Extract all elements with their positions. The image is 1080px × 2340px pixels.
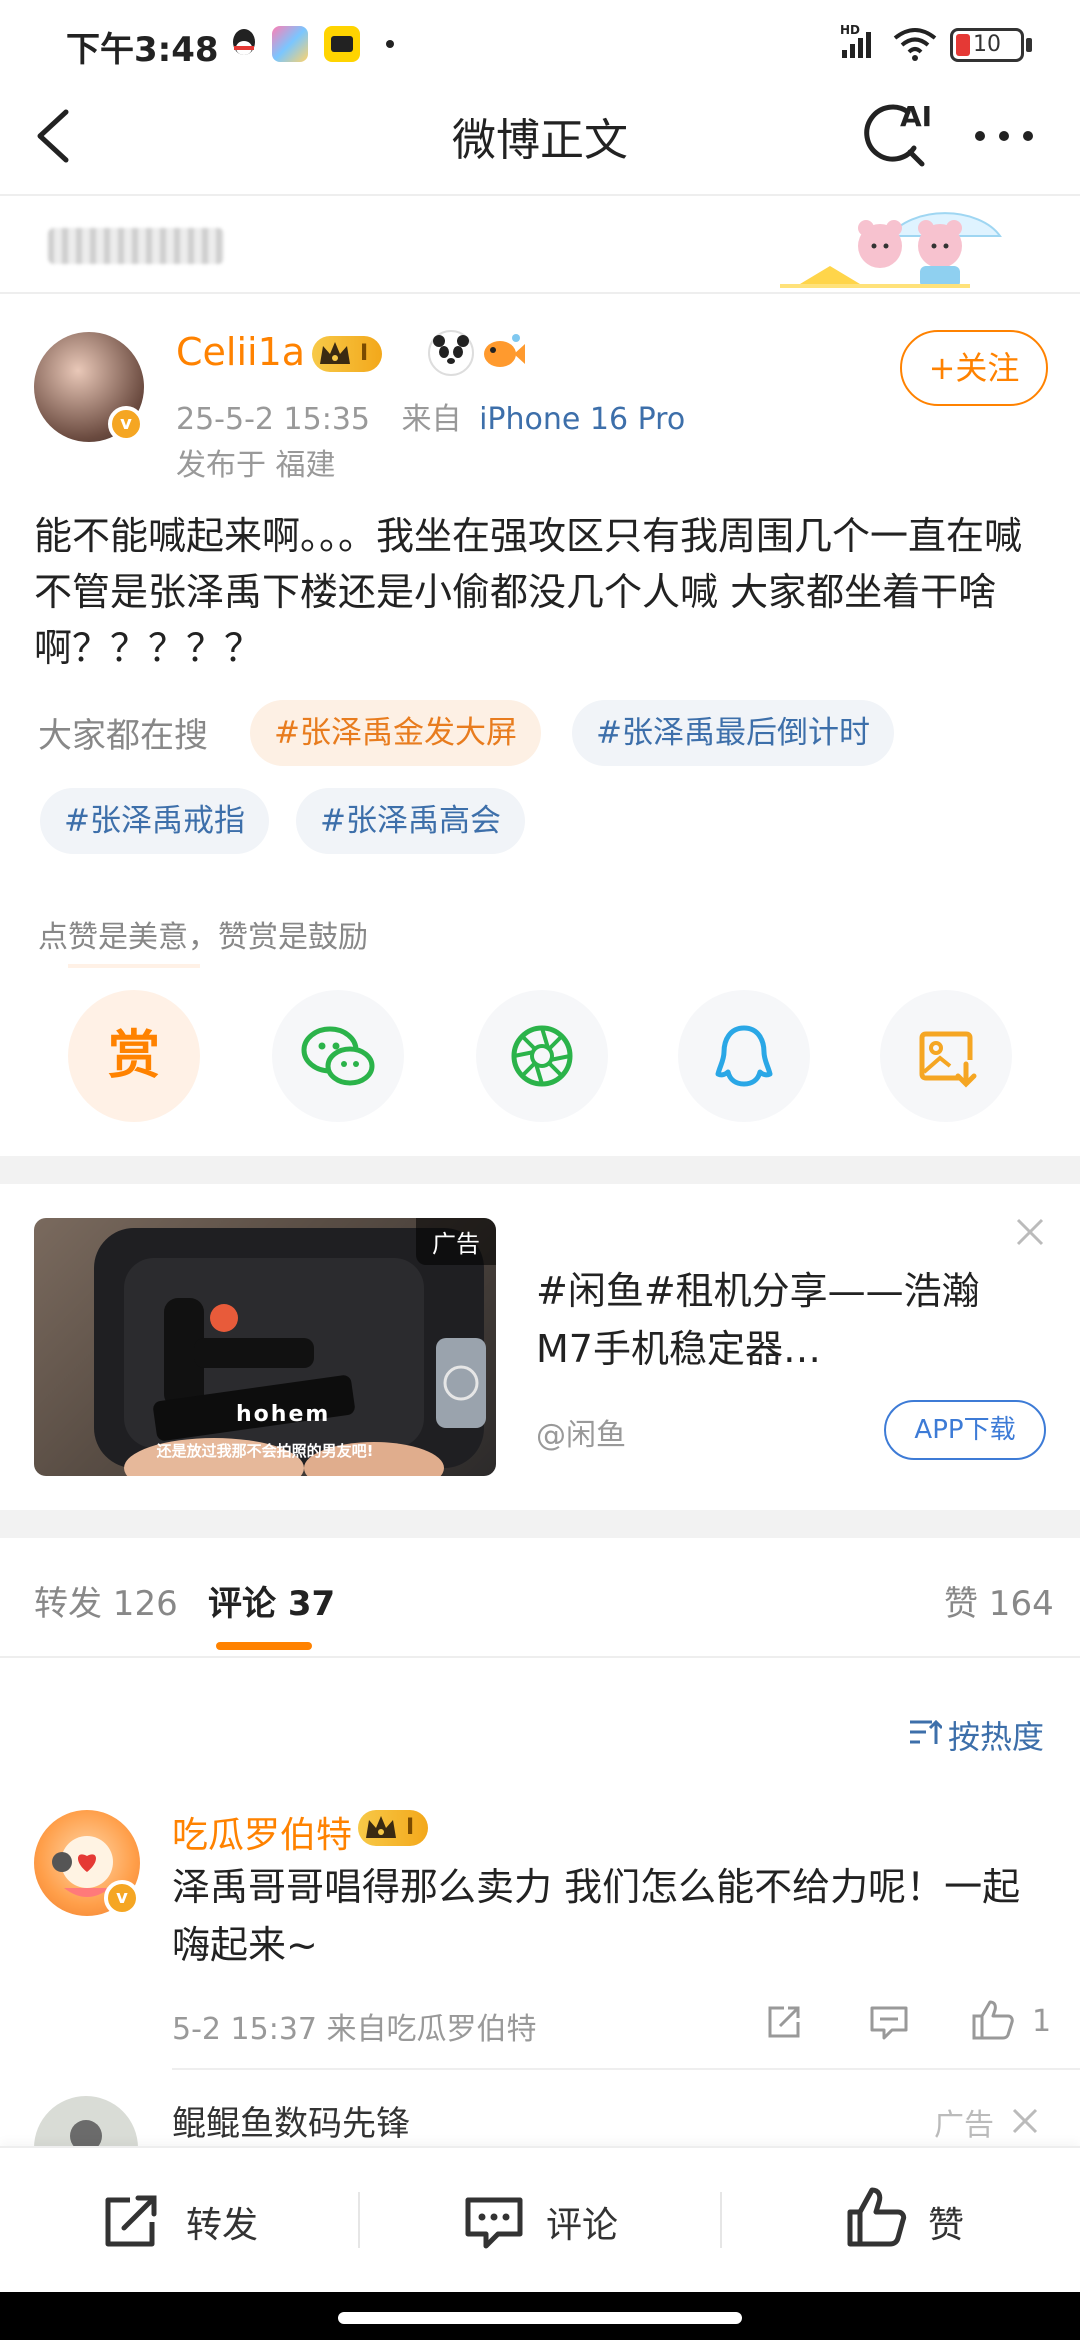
banner-divider — [0, 292, 1080, 294]
ad-title[interactable]: #闲鱼#租机分享——浩瀚M7手机稳定器… — [536, 1262, 1036, 1378]
reward-note: 点赞是美意，赞赏是鼓励 — [38, 920, 368, 955]
verified-badge: v — [108, 406, 144, 442]
tab-likes[interactable]: 赞 164 — [944, 1576, 1054, 1625]
more-button[interactable] — [972, 116, 1036, 156]
vip-level: I — [360, 341, 369, 366]
share-qq-button[interactable] — [678, 990, 810, 1122]
author-name[interactable]: Celii1a — [176, 330, 305, 374]
save-image-icon — [919, 1031, 977, 1088]
source-device-link[interactable]: iPhone 16 Pro — [479, 402, 685, 437]
battery-cap — [1026, 38, 1032, 52]
post-time: 25-5-2 15:35 — [176, 402, 370, 437]
ai-search-button[interactable]: AI — [862, 100, 938, 172]
vip-badge[interactable]: I — [312, 336, 383, 372]
share-icon — [768, 2006, 800, 2038]
post-text: 能不能喊起来啊。。。我坐在强攻区只有我周围几个一直在喊 不管是张泽禹下楼还是小偷… — [34, 514, 1023, 670]
wifi-icon — [892, 26, 938, 66]
app-download-button[interactable]: APP下载 — [884, 1400, 1046, 1460]
bottom-separator-2 — [720, 2192, 722, 2248]
sort-icon — [908, 1716, 944, 1748]
reply-icon — [870, 2006, 908, 2040]
status-time: 下午3:48 — [66, 30, 219, 70]
app-notification-icon — [324, 26, 360, 62]
comment-meta: 5-2 15:37 来自吃瓜罗伯特 — [172, 2012, 537, 2047]
close-icon — [1016, 1218, 1044, 1246]
ai-label: AI — [900, 100, 933, 133]
battery-level: 10 — [973, 32, 1001, 57]
hashtag-chip-1[interactable]: #张泽禹金发大屏 — [250, 700, 541, 766]
bottom-like-button[interactable]: 赞 — [844, 2184, 1024, 2254]
comment-text: 泽禹哥哥唱得那么卖力 我们怎么能不给力呢！一起嗨起来~ — [172, 1865, 1021, 1967]
comment-icon — [465, 2197, 523, 2249]
comment-reply-button[interactable] — [868, 2002, 910, 2042]
hashtag-chip-3[interactable]: #张泽禹戒指 — [40, 788, 269, 854]
bottom-repost-label: 转发 — [186, 2205, 259, 2246]
svg-text:HD: HD — [840, 23, 860, 37]
commenter-name[interactable]: 吃瓜罗伯特 — [172, 1806, 352, 1858]
ad-image[interactable]: 广告 hohem 还是放过我那不会拍照的男友吧! — [34, 1218, 496, 1476]
wechat-icon — [301, 1026, 375, 1086]
commenter-vip-level: I — [406, 1815, 415, 1840]
crown-icon — [320, 342, 350, 364]
bottom-like-label: 赞 — [928, 2205, 965, 2246]
fish-icon — [480, 330, 526, 376]
search-trend-label: 大家都在搜 — [38, 716, 208, 756]
signal-icon: HD — [838, 22, 882, 66]
commenter-verified-badge: v — [104, 1880, 140, 1916]
crown-icon — [366, 1816, 396, 1838]
save-image-button[interactable] — [880, 990, 1012, 1122]
tab-reposts[interactable]: 转发 126 — [34, 1576, 178, 1625]
battery-indicator: 10 — [950, 28, 1024, 62]
ad-source: @闲鱼 — [536, 1418, 626, 1453]
more-notifications-dot — [386, 40, 394, 48]
tab-active-indicator — [216, 1642, 312, 1650]
thumbs-up-icon — [972, 2000, 1014, 2040]
hashtag-chip-4[interactable]: #张泽禹高会 — [296, 788, 525, 854]
post-location: 发布于 福建 — [176, 448, 336, 483]
bottom-repost-button[interactable]: 转发 — [100, 2188, 310, 2254]
follow-button[interactable]: +关注 — [900, 330, 1048, 406]
tab-comments[interactable]: 评论 37 — [208, 1576, 335, 1625]
source-prefix: 来自 — [401, 402, 462, 437]
comment-divider — [172, 2068, 1080, 2070]
ad-comment-tag: 广告 — [934, 2108, 994, 2143]
comment-like-count: 1 — [1032, 2004, 1052, 2039]
gallery-notification-icon — [272, 26, 308, 62]
bottom-comment-button[interactable]: 评论 — [462, 2188, 672, 2254]
section-gap-2 — [0, 1510, 1080, 1538]
ad-comment-name[interactable]: 鲲鲲鱼数码先锋 — [172, 2096, 410, 2145]
share-wechat-button[interactable] — [272, 990, 404, 1122]
ad-image-caption: 还是放过我那不会拍照的男友吧! — [156, 1442, 374, 1460]
panda-icon — [428, 330, 474, 376]
section-gap-1 — [0, 1156, 1080, 1184]
bottom-separator-1 — [358, 2192, 360, 2248]
ad-comment-close-button[interactable] — [1008, 2104, 1042, 2138]
sort-by-hot[interactable]: 按热度 — [948, 1712, 1044, 1758]
post-timestamp: 25-5-2 15:35 来自 iPhone 16 Pro — [176, 394, 685, 438]
tabs-divider — [0, 1656, 1080, 1658]
reward-pointer — [68, 964, 200, 968]
reward-label: 赏 — [107, 1026, 160, 1086]
comment-share-button[interactable] — [764, 2002, 804, 2042]
comment-like-button[interactable] — [970, 1998, 1016, 2042]
close-icon — [1012, 2108, 1038, 2134]
like-icon — [847, 2187, 907, 2247]
ad-tag: 广告 — [416, 1218, 496, 1265]
more-dots-icon — [975, 131, 1033, 141]
hashtag-chip-2[interactable]: #张泽禹最后倒计时 — [572, 700, 894, 766]
bear-umbrella-illustration — [770, 196, 1010, 294]
commenter-vip-badge[interactable]: I — [358, 1810, 429, 1846]
home-indicator[interactable] — [338, 2312, 742, 2324]
share-moments-button[interactable] — [476, 990, 608, 1122]
qq-notification-icon — [226, 26, 262, 62]
reward-button[interactable]: 赏 — [68, 990, 200, 1122]
repost-icon — [105, 2195, 157, 2247]
ad-brand-text: hohem — [236, 1402, 331, 1427]
moments-icon — [511, 1025, 573, 1087]
blurred-banner-text — [48, 228, 224, 264]
bottom-comment-label: 评论 — [546, 2205, 619, 2246]
ad-close-button[interactable] — [1010, 1212, 1050, 1252]
qq-icon — [715, 1025, 773, 1087]
